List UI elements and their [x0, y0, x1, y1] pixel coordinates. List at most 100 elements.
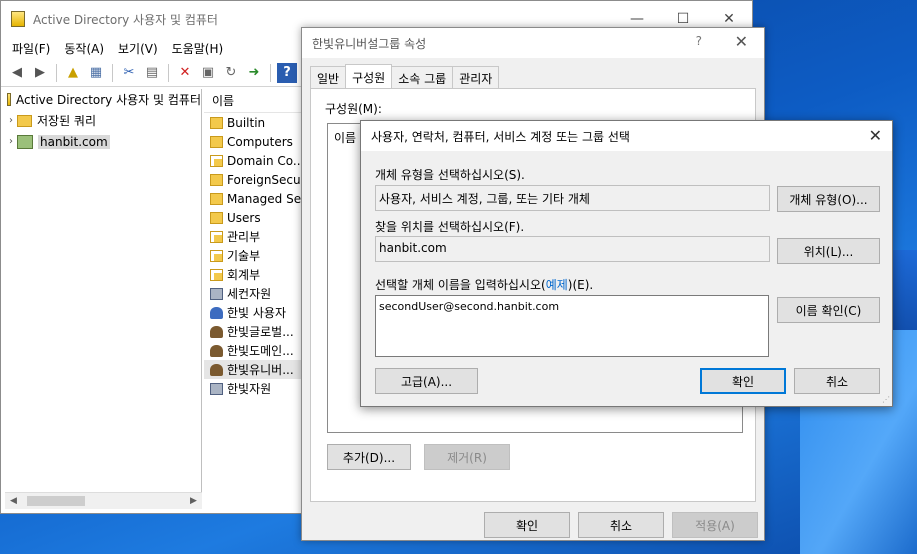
object-name-label: 선택할 개체 이름을 입력하십시오(예제)(E). [375, 276, 593, 293]
tab-managed-by[interactable]: 관리자 [452, 66, 500, 88]
scrollbar-thumb[interactable] [27, 496, 85, 506]
up-folder-icon[interactable]: ▲ [63, 63, 83, 83]
export-icon[interactable]: ➜ [244, 63, 264, 83]
list-item-label: 한빛 사용자 [227, 306, 287, 320]
user-icon [210, 306, 223, 319]
refresh-icon[interactable]: ↻ [221, 63, 241, 83]
list-item[interactable]: 한빛 사용자 [204, 303, 304, 322]
dialog-title-bar[interactable]: 사용자, 연락처, 컴퓨터, 서비스 계정 또는 그룹 선택 ✕ [361, 121, 892, 151]
ok-button[interactable]: 확인 [700, 368, 786, 394]
list-item-label: Managed Se... [227, 191, 304, 206]
list-item-label: Computers [227, 134, 293, 149]
list-item[interactable]: Users [204, 208, 304, 227]
remove-button[interactable]: 제거(R) [424, 444, 510, 470]
resize-grip-icon[interactable]: ⋰ [882, 395, 890, 404]
show-tree-icon[interactable]: ▦ [86, 63, 106, 83]
add-button[interactable]: 추가(D)... [327, 444, 411, 470]
list-item-label: 세컨자원 [227, 287, 272, 301]
select-objects-dialog: 사용자, 연락처, 컴퓨터, 서비스 계정 또는 그룹 선택 ✕ 개체 유형을 … [360, 120, 893, 407]
apply-button[interactable]: 적용(A) [672, 512, 758, 538]
menu-file[interactable]: 파일(F) [5, 40, 57, 57]
list-item[interactable]: Builtin [204, 113, 304, 132]
delete-icon[interactable]: ✕ [175, 63, 195, 83]
help-icon[interactable]: ? [277, 62, 297, 83]
tab-general[interactable]: 일반 [310, 66, 347, 88]
details-list: 이름 Builtin Computers Domain Co... ForeignSe… [204, 89, 304, 509]
list-item-label: Builtin [227, 115, 266, 130]
check-names-button[interactable]: 이름 확인(C) [777, 297, 880, 323]
advanced-button[interactable]: 고급(A)... [375, 368, 478, 394]
group-icon [210, 363, 223, 376]
cut-icon[interactable]: ✂ [119, 63, 139, 83]
tree-item-hanbit-com[interactable]: › hanbit.com [5, 131, 201, 152]
list-item-label: 한빛유니버... [227, 363, 294, 377]
list-item[interactable]: 회계부 [204, 265, 304, 284]
list-item-label: 한빛글로벌... [227, 325, 294, 339]
dialog-title-bar[interactable]: 한빛유니버설그룹 속성 ? ✕ [302, 28, 764, 58]
toolbar-separator [56, 63, 57, 82]
object-name-input[interactable]: secondUser@second.hanbit.com [375, 295, 769, 357]
list-item-label: 한빛도메인... [227, 344, 294, 358]
list-item-label: Users [227, 210, 261, 225]
ou-icon [210, 230, 223, 243]
domain-icon [17, 134, 33, 149]
toolbar-separator [270, 63, 271, 82]
location-field: hanbit.com [375, 236, 770, 262]
menu-help[interactable]: 도움말(H) [165, 40, 231, 57]
properties-icon[interactable]: ▣ [198, 63, 218, 83]
list-item[interactable]: 세컨자원 [204, 284, 304, 303]
location-label: 찾을 위치를 선택하십시오(F). [375, 220, 525, 234]
ok-button[interactable]: 확인 [484, 512, 570, 538]
aduc-app-icon [11, 11, 25, 27]
tree-root[interactable]: Active Directory 사용자 및 컴퓨터 [5, 89, 201, 110]
toolbar-separator [112, 63, 113, 82]
tab-members[interactable]: 구성원 [345, 64, 393, 88]
forward-arrow-icon[interactable]: ▶ [30, 63, 50, 83]
group-icon [210, 325, 223, 338]
ou-icon [210, 249, 223, 262]
list-item[interactable]: 한빛글로벌... [204, 322, 304, 341]
list-item[interactable]: Managed Se... [204, 189, 304, 208]
scroll-left-icon[interactable]: ◀ [5, 496, 22, 506]
chevron-right-icon[interactable]: › [5, 115, 17, 126]
console-tree: Active Directory 사용자 및 컴퓨터 › 저장된 쿼리 › ha… [5, 89, 202, 509]
list-item[interactable]: 한빛유니버... [204, 360, 304, 379]
close-button[interactable]: ✕ [869, 126, 882, 145]
group-icon [210, 344, 223, 357]
cancel-button[interactable]: 취소 [578, 512, 664, 538]
column-header-name[interactable]: 이름 [204, 89, 304, 113]
object-types-button[interactable]: 개체 유형(O)... [777, 186, 880, 212]
object-type-field: 사용자, 서비스 계정, 그룹, 또는 기타 개체 [375, 185, 770, 211]
menu-view[interactable]: 보기(V) [111, 40, 165, 57]
list-item[interactable]: 한빛자원 [204, 379, 304, 398]
help-button[interactable]: ? [696, 34, 702, 48]
list-item-label: 한빛자원 [227, 382, 272, 396]
dialog-title: 사용자, 연락처, 컴퓨터, 서비스 계정 또는 그룹 선택 [371, 129, 630, 144]
list-item-label: Domain Co... [227, 153, 304, 168]
list-item[interactable]: ForeignSecu... [204, 170, 304, 189]
ou-icon [210, 268, 223, 281]
cancel-button[interactable]: 취소 [794, 368, 880, 394]
examples-link[interactable]: 예제 [546, 278, 568, 292]
list-item[interactable]: 한빛도메인... [204, 341, 304, 360]
menu-action[interactable]: 동작(A) [57, 40, 111, 57]
list-item[interactable]: Domain Co... [204, 151, 304, 170]
close-button[interactable]: ✕ [735, 32, 748, 51]
back-arrow-icon[interactable]: ◀ [7, 63, 27, 83]
copy-icon[interactable]: ▤ [142, 63, 162, 83]
list-item[interactable]: Computers [204, 132, 304, 151]
tab-member-of[interactable]: 소속 그룹 [391, 66, 454, 88]
tree-item-saved-queries[interactable]: › 저장된 쿼리 [5, 110, 201, 131]
list-item-label: 기술부 [227, 249, 261, 263]
tree-horizontal-scrollbar[interactable]: ◀ ▶ [5, 492, 202, 509]
folder-icon [210, 192, 223, 205]
members-label: 구성원(M): [325, 102, 382, 116]
chevron-right-icon[interactable]: › [5, 136, 17, 147]
list-item[interactable]: 기술부 [204, 246, 304, 265]
scroll-right-icon[interactable]: ▶ [185, 496, 202, 506]
locations-button[interactable]: 위치(L)... [777, 238, 880, 264]
tree-root-label: Active Directory 사용자 및 컴퓨터 [16, 93, 201, 107]
toolbar-separator [168, 63, 169, 82]
list-item[interactable]: 관리부 [204, 227, 304, 246]
share-icon [210, 287, 223, 300]
